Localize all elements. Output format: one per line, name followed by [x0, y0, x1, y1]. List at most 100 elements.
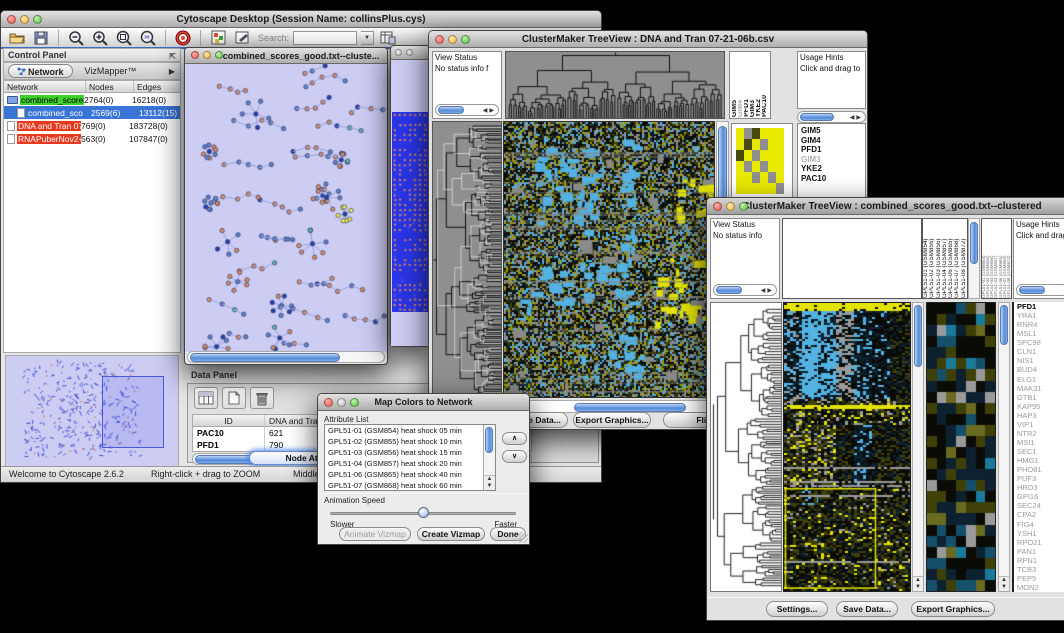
tv1-column-dendrogram[interactable]	[505, 51, 725, 119]
open-icon[interactable]	[7, 29, 27, 47]
tv2-usage-hints-scrollbar[interactable]	[1016, 284, 1064, 296]
minimize-button[interactable]	[20, 15, 29, 24]
zoom-in-icon[interactable]	[90, 29, 110, 47]
column-header-nodes[interactable]: Nodes	[86, 81, 134, 92]
help-lifering-icon[interactable]	[173, 29, 193, 47]
minimize-button[interactable]	[406, 49, 413, 56]
search-dropdown-icon[interactable]: ▼	[361, 31, 374, 45]
column-header-edges[interactable]: Edges	[134, 81, 180, 92]
grid-network-view[interactable]	[391, 60, 429, 346]
attribute-list-item[interactable]: GPL51-03 (GSM856) heat shock 15 min	[325, 447, 495, 458]
close-button[interactable]	[395, 49, 402, 56]
minimize-button[interactable]	[203, 51, 211, 59]
tv2-usage-hints-scrollbar-thumb[interactable]	[1019, 286, 1045, 294]
tab-overflow-icon[interactable]: ▶	[169, 67, 175, 76]
tv2-zoom-heatmap[interactable]	[926, 302, 996, 592]
tv2-zoom-scrollbar-thumb[interactable]	[1000, 305, 1008, 345]
zoom-fit-icon[interactable]	[114, 29, 134, 47]
resize-grip[interactable]	[517, 532, 528, 543]
attribute-list-scrollbar-thumb[interactable]	[485, 427, 493, 453]
tv1-view-status-scrollbar[interactable]: ◀▶	[435, 104, 499, 116]
create-vizmap-button[interactable]: Create Vizmap	[417, 527, 485, 541]
attribute-list-item[interactable]: GPL51-01 (GSM854) heat shock 05 min	[325, 425, 495, 436]
column-header-network[interactable]: Network	[4, 81, 86, 92]
id-column-header[interactable]: ID	[193, 415, 265, 426]
close-button[interactable]	[435, 35, 444, 44]
close-button[interactable]	[7, 15, 16, 24]
tv2-row-dendrogram[interactable]	[710, 302, 782, 592]
tv1-usage-hints-scrollbar[interactable]: ◀▶	[797, 111, 866, 123]
move-up-button[interactable]: ∧	[502, 432, 527, 445]
network-view-titlebar[interactable]: combined_scores_good.txt--cluste...	[185, 48, 387, 64]
tv2-vertical-scrollbar-thumb[interactable]	[914, 305, 922, 367]
close-button[interactable]	[191, 51, 199, 59]
scroll-arrows-icon[interactable]: ◀▶	[483, 107, 496, 114]
tv2-view-status-scrollbar-thumb[interactable]	[716, 286, 742, 294]
tv2-export-graphics-button[interactable]: Export Graphics...	[911, 601, 995, 617]
network-list-row[interactable]: combined_sco2569(6)13112(15)	[4, 106, 180, 119]
tv1-usage-hints-scrollbar-thumb[interactable]	[800, 113, 834, 121]
scroll-arrows-icon[interactable]: ◀▶	[850, 114, 863, 121]
minimize-button[interactable]	[448, 35, 457, 44]
network-view-scrollbar[interactable]	[187, 351, 385, 363]
birdseye-view[interactable]	[5, 355, 179, 467]
tv2-zoom-scrollbar[interactable]: ▲▼	[998, 302, 1010, 592]
tv1-row-dendrogram[interactable]	[432, 121, 502, 398]
tv2-top-scrollbar[interactable]	[968, 218, 980, 299]
vizmapper-icon[interactable]	[208, 29, 228, 47]
network-view-scrollbar-thumb[interactable]	[190, 353, 340, 362]
network-list-row[interactable]: RNAPuberNov2+563(0)107847(0)	[4, 132, 180, 145]
birdseye-viewport-rect[interactable]	[102, 376, 164, 448]
close-button[interactable]	[324, 398, 333, 407]
attribute-list-item[interactable]: GPL51-04 (GSM857) heat shock 20 min	[325, 458, 495, 469]
attribute-select-icon[interactable]	[194, 387, 218, 409]
tv1-horizontal-scrollbar-thumb[interactable]	[574, 403, 686, 412]
network-list-row[interactable]: combined_scores2764(0)16218(0)	[4, 93, 180, 106]
scroll-arrows-icon[interactable]: ▲▼	[484, 475, 495, 490]
tab-vizmapper[interactable]: VizMapper™	[77, 64, 145, 78]
move-down-button[interactable]: ∨	[502, 450, 527, 463]
main-titlebar[interactable]: Cytoscape Desktop (Session Name: collins…	[1, 11, 601, 28]
zoom-button[interactable]	[461, 35, 470, 44]
new-attribute-icon[interactable]	[222, 387, 246, 409]
treeview1-titlebar[interactable]: ClusterMaker TreeView : DNA and Tran 07-…	[429, 31, 867, 48]
tv2-settings-button[interactable]: Settings...	[766, 601, 828, 617]
zoom-out-icon[interactable]	[66, 29, 86, 47]
zoom-button[interactable]	[215, 51, 223, 59]
zoom-selected-icon[interactable]	[138, 29, 158, 47]
zoom-button[interactable]	[739, 202, 748, 211]
scroll-arrows-icon[interactable]: ▲▼	[999, 576, 1009, 591]
tv2-save-data-button[interactable]: Save Data...	[836, 601, 898, 617]
attribute-list-item[interactable]: GPL51-07 (GSM868) heat shock 60 min	[325, 480, 495, 491]
attribute-list-item[interactable]: GPL51-06 (GSM865) heat shock 40 min	[325, 469, 495, 480]
attribute-list-scrollbar[interactable]: ▲▼	[483, 425, 495, 490]
tv2-column-dendrogram-area[interactable]	[782, 218, 922, 299]
animation-speed-slider-thumb[interactable]	[418, 507, 429, 518]
tv1-view-status-scrollbar-thumb[interactable]	[438, 106, 464, 114]
attribute-list-item[interactable]: GPL51-02 (GSM855) heat shock 10 min	[325, 436, 495, 447]
tv2-vertical-scrollbar[interactable]: ▲▼	[912, 302, 924, 592]
grid-network-titlebar[interactable]	[391, 46, 429, 60]
scroll-arrows-icon[interactable]: ◀▶	[761, 287, 774, 294]
attribute-browser-icon[interactable]	[378, 29, 398, 47]
tv2-heatmap[interactable]	[783, 302, 911, 592]
map-dialog-titlebar[interactable]: Map Colors to Network	[318, 394, 529, 411]
tv1-heatmap[interactable]	[503, 121, 715, 398]
close-button[interactable]	[713, 202, 722, 211]
tab-network[interactable]: Network	[8, 64, 73, 78]
network-list-row[interactable]: DNA and Tran 07769(0)183728(0)	[4, 119, 180, 132]
tv2-view-status-scrollbar[interactable]: ◀▶	[713, 284, 777, 296]
zoom-button[interactable]	[33, 15, 42, 24]
animate-vizmap-button[interactable]: Animate Vizmap	[339, 527, 411, 541]
tv1-export-graphics-button[interactable]: Export Graphics...	[573, 412, 651, 428]
treeview2-titlebar[interactable]: ClusterMaker TreeView : combined_scores_…	[707, 198, 1064, 215]
minimize-button[interactable]	[337, 398, 346, 407]
annotation-icon[interactable]	[232, 29, 252, 47]
search-input[interactable]	[293, 31, 357, 45]
network-canvas[interactable]	[185, 64, 387, 352]
zoom-button[interactable]	[350, 398, 359, 407]
minimize-button[interactable]	[726, 202, 735, 211]
save-icon[interactable]	[31, 29, 51, 47]
delete-attribute-trash-icon[interactable]	[250, 387, 274, 409]
scroll-arrows-icon[interactable]: ▲▼	[913, 576, 923, 591]
